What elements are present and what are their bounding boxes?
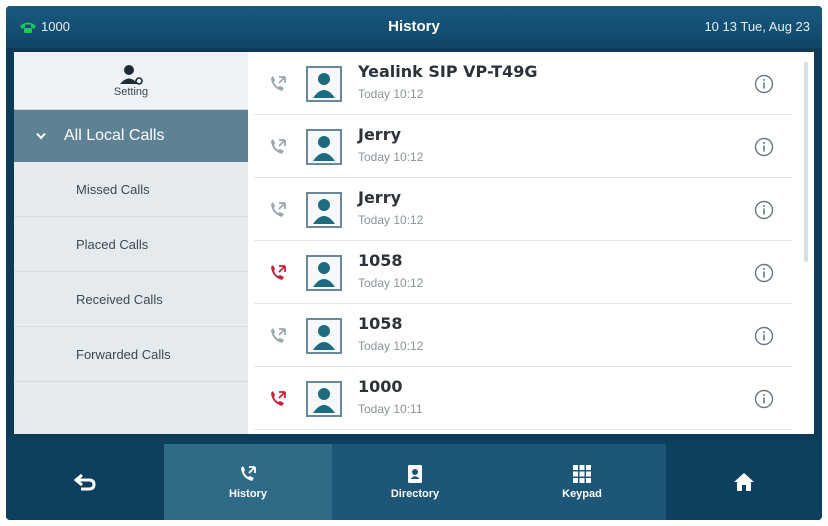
keypad-grid-icon bbox=[573, 465, 591, 483]
home-icon bbox=[734, 473, 754, 491]
scrollbar[interactable] bbox=[804, 62, 808, 262]
call-row[interactable]: 1000 Today 10:11 bbox=[254, 367, 792, 430]
call-row[interactable]: 1058 Today 10:12 bbox=[254, 304, 792, 367]
sidebar-item-label: Placed Calls bbox=[76, 236, 149, 252]
sidebar-item-missed-calls[interactable]: Missed Calls bbox=[14, 162, 248, 217]
contact-name: Jerry bbox=[358, 188, 402, 207]
call-direction-icon bbox=[271, 202, 286, 217]
status-bar: 1000 History 10 13 Tue, Aug 23 bbox=[6, 6, 822, 48]
call-time: Today 10:12 bbox=[358, 276, 424, 290]
sidebar-item-label: Forwarded Calls bbox=[76, 346, 171, 362]
tab-label: Keypad bbox=[562, 488, 602, 500]
person-icon bbox=[313, 199, 335, 224]
call-direction-icon bbox=[271, 328, 286, 343]
back-arrow-icon bbox=[74, 473, 96, 491]
call-row[interactable]: Yealink SIP VP-T49G Today 10:12 bbox=[254, 52, 792, 115]
call-direction-icon bbox=[271, 265, 286, 280]
history-content: Setting All Local Calls Missed Calls Pla… bbox=[14, 52, 814, 434]
call-time: Today 10:12 bbox=[358, 150, 424, 164]
tab-keypad[interactable]: Keypad bbox=[498, 444, 666, 520]
bottom-nav: History Directory Keypad bbox=[6, 440, 822, 520]
info-icon[interactable] bbox=[754, 137, 774, 157]
contact-name: 1058 bbox=[358, 314, 403, 333]
person-icon bbox=[313, 325, 335, 350]
sidebar-item-label: Received Calls bbox=[76, 291, 163, 307]
contact-name: 1058 bbox=[358, 251, 403, 270]
sidebar-item-forwarded-calls[interactable]: Forwarded Calls bbox=[14, 327, 248, 382]
call-direction-icon bbox=[271, 391, 286, 406]
sidebar: Setting All Local Calls Missed Calls Pla… bbox=[14, 52, 248, 434]
person-gear-icon bbox=[120, 64, 143, 85]
contact-avatar bbox=[306, 255, 342, 291]
info-icon[interactable] bbox=[754, 200, 774, 220]
sidebar-item-label: Missed Calls bbox=[76, 181, 150, 197]
sidebar-item-all-local-calls[interactable]: All Local Calls bbox=[14, 110, 248, 162]
contact-avatar bbox=[306, 66, 342, 102]
contact-avatar bbox=[306, 192, 342, 228]
call-list: Yealink SIP VP-T49G Today 10:12 Jerry To… bbox=[254, 52, 792, 434]
directory-book-icon bbox=[408, 465, 422, 483]
setting-label: Setting bbox=[113, 85, 149, 98]
call-direction-icon bbox=[271, 139, 286, 154]
tab-label: History bbox=[229, 488, 267, 500]
contact-name: 1000 bbox=[358, 377, 403, 396]
person-icon bbox=[313, 73, 335, 98]
sidebar-item-received-calls[interactable]: Received Calls bbox=[14, 272, 248, 327]
contact-avatar bbox=[306, 381, 342, 417]
call-row[interactable]: 1058 Today 10:12 bbox=[254, 241, 792, 304]
call-direction-icon bbox=[271, 76, 286, 91]
contact-name: Yealink SIP VP-T49G bbox=[358, 62, 538, 81]
sidebar-item-label: All Local Calls bbox=[64, 127, 165, 144]
setting-button[interactable]: Setting bbox=[14, 52, 248, 110]
person-icon bbox=[313, 262, 335, 287]
sidebar-item-placed-calls[interactable]: Placed Calls bbox=[14, 217, 248, 272]
call-time: Today 10:11 bbox=[358, 402, 423, 416]
call-row[interactable]: Jerry Today 10:12 bbox=[254, 178, 792, 241]
info-icon[interactable] bbox=[754, 74, 774, 94]
contact-name: Jerry bbox=[358, 125, 402, 144]
person-icon bbox=[313, 136, 335, 161]
page-title: History bbox=[388, 18, 440, 35]
info-icon[interactable] bbox=[754, 263, 774, 283]
call-time: Today 10:12 bbox=[358, 339, 424, 353]
chevron-down-icon bbox=[36, 132, 46, 140]
contact-avatar bbox=[306, 318, 342, 354]
date-time: 10 13 Tue, Aug 23 bbox=[704, 19, 810, 34]
tab-label: Directory bbox=[390, 488, 440, 500]
call-time: Today 10:12 bbox=[358, 213, 424, 227]
call-time: Today 10:12 bbox=[358, 87, 424, 101]
info-icon[interactable] bbox=[754, 389, 774, 409]
phone-screen: 1000 History 10 13 Tue, Aug 23 Setting A… bbox=[6, 6, 822, 520]
back-button[interactable] bbox=[6, 444, 164, 520]
call-row[interactable]: Jerry Today 10:12 bbox=[254, 115, 792, 178]
tab-directory[interactable]: Directory bbox=[332, 444, 498, 520]
info-icon[interactable] bbox=[754, 326, 774, 346]
history-phone-icon bbox=[241, 466, 256, 481]
person-icon bbox=[313, 388, 335, 413]
home-button[interactable] bbox=[666, 444, 822, 520]
contact-avatar bbox=[306, 129, 342, 165]
tab-history[interactable]: History bbox=[164, 444, 332, 520]
